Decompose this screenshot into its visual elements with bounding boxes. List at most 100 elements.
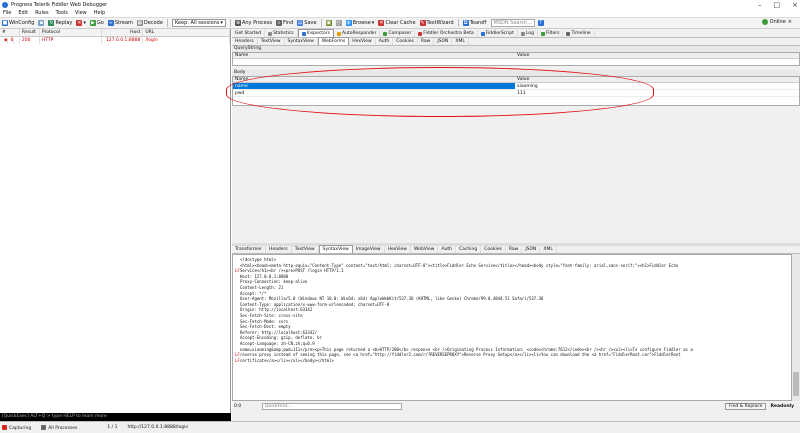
stream-button[interactable]: ≈ Stream: [107, 20, 133, 26]
tab-orchestra[interactable]: Fiddler Orchestra Beta: [415, 30, 478, 37]
column-header-url[interactable]: URL: [143, 29, 230, 36]
resp-tab-syntaxview[interactable]: SyntaxView: [318, 245, 353, 253]
inspectors-icon: [301, 31, 306, 36]
status-bar: Capturing All Processes 1 / 1 http://127…: [0, 421, 800, 433]
resp-tab-json[interactable]: JSON: [522, 246, 541, 253]
req-tab-headers[interactable]: Headers: [232, 38, 258, 45]
process-filter[interactable]: All Processes: [41, 424, 77, 431]
keep-sessions-dropdown[interactable]: Keep: All sessions ▾: [171, 19, 226, 27]
resp-tab-cookies[interactable]: Cookies: [481, 246, 506, 253]
resp-tab-webview[interactable]: WebView: [411, 246, 439, 253]
req-tab-xml[interactable]: XML: [452, 38, 469, 45]
minimize-icon[interactable]: –: [758, 1, 762, 9]
tab-log[interactable]: Log: [518, 30, 538, 37]
resp-tab-caching[interactable]: Caching: [456, 246, 482, 253]
tab-composer[interactable]: Composer: [380, 30, 416, 37]
find-replace-button[interactable]: Find & Replace: [725, 402, 767, 410]
menu-edit[interactable]: Edit: [18, 10, 28, 16]
toolbar-divider: [229, 19, 231, 27]
textwizard-button[interactable]: ✎ TextWizard: [419, 20, 454, 26]
go-button[interactable]: ▶ Go: [89, 20, 104, 26]
req-tab-webforms[interactable]: WebForms: [317, 37, 350, 45]
querystring-name-column[interactable]: Name: [233, 53, 515, 58]
maximize-icon[interactable]: □: [774, 1, 781, 9]
save-icon: ▤: [297, 20, 304, 26]
req-tab-json[interactable]: JSON: [434, 38, 453, 45]
tab-statistics[interactable]: Statistics: [265, 30, 298, 37]
menu-bar: File Edit Rules Tools View Help: [0, 9, 800, 17]
code-line: LF certificate</a></li></ul></body></html…: [235, 358, 789, 364]
menu-view[interactable]: View: [75, 10, 87, 16]
comment-button[interactable]: ▪: [38, 20, 45, 26]
req-tab-cookies[interactable]: Cookies: [393, 38, 418, 45]
log-icon: [520, 31, 525, 36]
annotation-oval: [226, 67, 654, 117]
response-scrollbar[interactable]: [792, 254, 800, 401]
winconfig-button[interactable]: ■ WinConfig: [2, 20, 34, 26]
column-header-result[interactable]: Result: [20, 29, 40, 36]
msdn-search-input[interactable]: MSDN Search...: [490, 19, 535, 27]
resp-tab-xml[interactable]: XML: [540, 246, 557, 253]
script-icon: [480, 31, 485, 36]
menu-rules[interactable]: Rules: [35, 10, 49, 16]
capturing-indicator[interactable]: Capturing: [2, 424, 31, 431]
column-header-protocol[interactable]: Protocol: [40, 29, 102, 36]
resp-tab-hexview[interactable]: HexView: [385, 246, 411, 253]
quickexec-input[interactable]: [QuickExec] ALT+Q > type HELP to learn m…: [0, 413, 231, 421]
code-text: certificate</a></li></ul></body></html>: [240, 357, 334, 363]
close-icon[interactable]: ×: [792, 1, 798, 9]
tearoff-button[interactable]: ⧉ Tearoff: [462, 20, 487, 26]
resp-tab-raw[interactable]: Raw: [506, 246, 523, 253]
clear-cache-button[interactable]: ✕ Clear Cache: [378, 20, 416, 26]
querystring-value-column[interactable]: Value: [515, 53, 529, 58]
resp-tab-textview[interactable]: TextView: [292, 246, 319, 253]
go-icon: ▶: [89, 20, 96, 26]
save-button[interactable]: ▤ Save: [297, 20, 317, 26]
menu-help[interactable]: Help: [94, 10, 105, 16]
column-header-host[interactable]: Host: [102, 29, 144, 36]
req-tab-textview[interactable]: TextView: [258, 38, 285, 45]
timer-button[interactable]: ◷: [335, 20, 342, 26]
remove-button[interactable]: × ▾: [76, 20, 86, 26]
resp-tab-transformer[interactable]: Transformer: [232, 246, 267, 253]
tab-autoresponder[interactable]: AutoResponder: [334, 30, 381, 37]
resp-tab-auth[interactable]: Auth: [438, 246, 457, 253]
column-header-id[interactable]: #: [0, 29, 20, 36]
session-result: 200: [20, 37, 40, 44]
response-syntax-view[interactable]: <!doctype html> <html><head><meta http-eq…: [232, 254, 792, 401]
find-button[interactable]: ⌕ Find: [276, 20, 293, 26]
any-process-button[interactable]: ⊕ Any Process: [234, 20, 272, 26]
req-tab-syntaxview[interactable]: SyntaxView: [285, 38, 318, 45]
req-tab-hexview[interactable]: HexView: [349, 38, 376, 45]
resp-tab-imageview[interactable]: ImageView: [353, 246, 385, 253]
response-pane: Transformer Headers TextView SyntaxView …: [232, 245, 800, 421]
menu-tools[interactable]: Tools: [56, 10, 68, 16]
tab-timeline[interactable]: Timeline: [563, 30, 595, 37]
composer-icon: [383, 31, 388, 36]
req-tab-auth[interactable]: Auth: [376, 38, 394, 45]
screenshot-button[interactable]: ▣: [325, 20, 332, 26]
browse-button[interactable]: ◍ Browse ▾: [345, 20, 374, 26]
toolbar-divider: [457, 19, 459, 27]
help-button[interactable]: ?: [537, 20, 544, 26]
tab-filters[interactable]: Filters: [538, 30, 564, 37]
online-indicator[interactable]: Online ×: [761, 19, 792, 25]
quickfind-input[interactable]: QuickFind...: [262, 402, 402, 410]
decode-button[interactable]: ▦ Decode: [136, 20, 163, 26]
resp-tab-headers[interactable]: Headers: [266, 246, 292, 253]
tab-fiddlerscript[interactable]: FiddlerScript: [478, 30, 518, 37]
close-toolbar-icon[interactable]: ×: [788, 19, 792, 25]
menu-file[interactable]: File: [3, 10, 11, 16]
response-scrollbar-thumb[interactable]: [793, 372, 799, 396]
tab-get-started[interactable]: Get Started: [232, 30, 266, 37]
title-bar: Progress Telerik Fiddler Web Debugger: [0, 0, 800, 9]
session-id: ◆ 6: [0, 37, 20, 44]
session-protocol: HTTP: [40, 37, 102, 44]
req-tab-raw[interactable]: Raw: [418, 38, 435, 45]
response-tabs: Transformer Headers TextView SyntaxView …: [232, 245, 800, 254]
tab-inspectors[interactable]: Inspectors: [297, 29, 334, 37]
stream-icon: ≈: [107, 20, 114, 26]
window-controls: – □ ×: [758, 0, 798, 9]
replay-button[interactable]: ↻ Replay: [48, 20, 72, 26]
session-row[interactable]: ◆ 6 200 HTTP 127.0.0.1:8888 /login: [0, 37, 230, 44]
